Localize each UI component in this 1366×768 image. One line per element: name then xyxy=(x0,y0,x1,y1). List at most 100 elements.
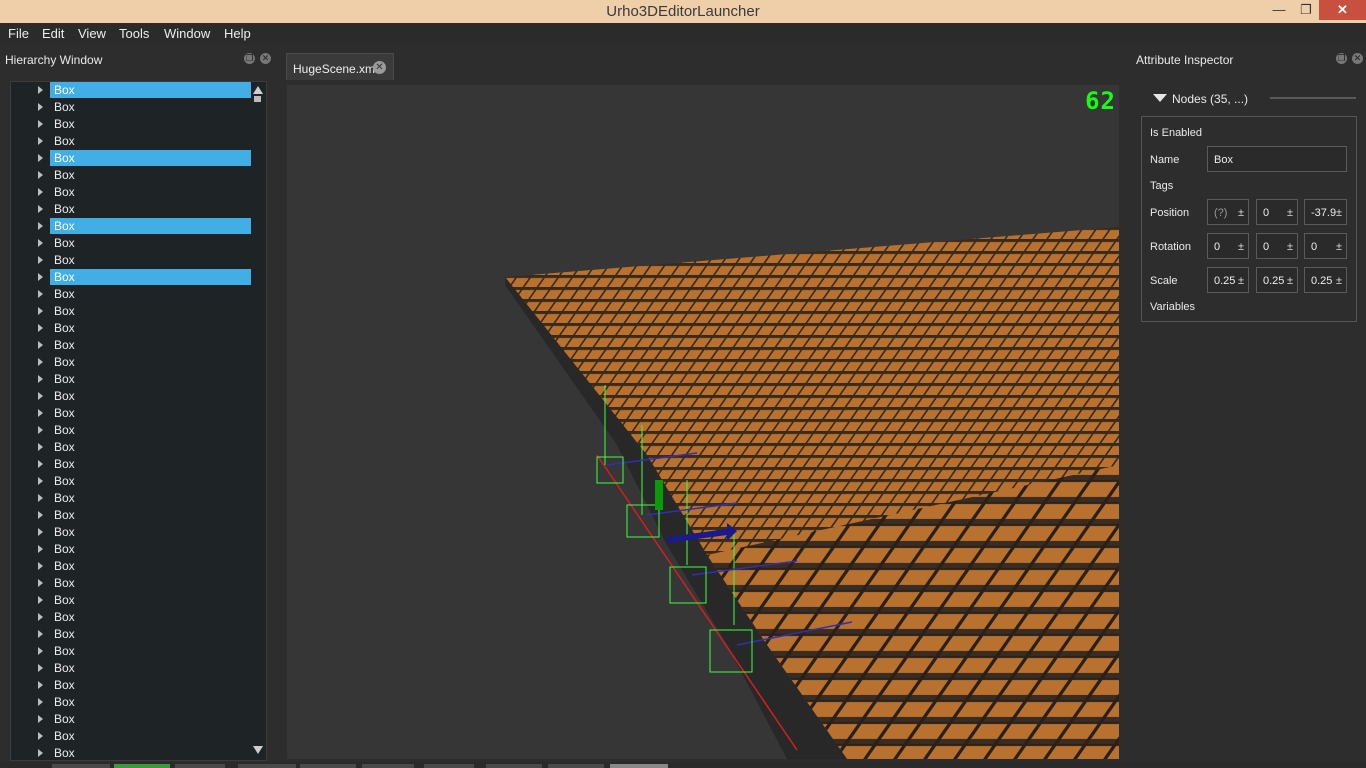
position-y-field[interactable]: 0 ± xyxy=(1256,199,1298,225)
expand-arrow-icon[interactable] xyxy=(38,664,43,672)
hierarchy-item[interactable]: Box xyxy=(11,711,251,728)
expand-arrow-icon[interactable] xyxy=(38,392,43,400)
toolbar-button[interactable] xyxy=(114,764,170,768)
hierarchy-item[interactable]: Box xyxy=(11,201,251,218)
hierarchy-item[interactable]: Box xyxy=(11,337,251,354)
hierarchy-item[interactable]: Box xyxy=(11,354,251,371)
hierarchy-item[interactable]: Box xyxy=(11,439,251,456)
hierarchy-item[interactable]: Box xyxy=(11,524,251,541)
expand-arrow-icon[interactable] xyxy=(38,647,43,655)
expand-arrow-icon[interactable] xyxy=(38,137,43,145)
toolbar-button[interactable] xyxy=(486,764,542,768)
expand-arrow-icon[interactable] xyxy=(38,477,43,485)
hierarchy-item[interactable]: Box xyxy=(11,507,251,524)
expand-arrow-icon[interactable] xyxy=(38,86,43,94)
hierarchy-item[interactable]: Box xyxy=(11,626,251,643)
hierarchy-item[interactable]: Box xyxy=(11,541,251,558)
toolbar-button[interactable] xyxy=(238,764,296,768)
hierarchy-item[interactable]: Box xyxy=(11,388,251,405)
menu-view[interactable]: View xyxy=(78,26,106,41)
toolbar-button[interactable] xyxy=(362,764,414,768)
hierarchy-item[interactable]: Box xyxy=(11,745,251,760)
hierarchy-item[interactable]: Box xyxy=(11,405,251,422)
expand-arrow-icon[interactable] xyxy=(38,528,43,536)
hierarchy-item[interactable]: Box xyxy=(11,235,251,252)
hierarchy-item[interactable]: Box xyxy=(11,660,251,677)
hierarchy-item[interactable]: Box xyxy=(11,609,251,626)
expand-arrow-icon[interactable] xyxy=(38,375,43,383)
toolbar-button[interactable] xyxy=(52,764,110,768)
menu-edit[interactable]: Edit xyxy=(42,26,64,41)
hierarchy-item[interactable]: Box xyxy=(11,218,253,235)
expand-arrow-icon[interactable] xyxy=(38,715,43,723)
expand-arrow-icon[interactable] xyxy=(38,426,43,434)
expand-arrow-icon[interactable] xyxy=(38,273,43,281)
name-field[interactable]: Box xyxy=(1207,146,1347,172)
hierarchy-item[interactable]: Box xyxy=(11,286,251,303)
toolbar-button[interactable] xyxy=(424,764,474,768)
hierarchy-item[interactable]: Box xyxy=(11,575,251,592)
expand-arrow-icon[interactable] xyxy=(38,698,43,706)
hierarchy-item[interactable]: Box xyxy=(11,456,251,473)
expand-arrow-icon[interactable] xyxy=(38,290,43,298)
hierarchy-item[interactable]: Box xyxy=(11,269,253,286)
scroll-down-icon[interactable] xyxy=(253,746,263,754)
hierarchy-item[interactable]: Box xyxy=(11,184,251,201)
expand-arrow-icon[interactable] xyxy=(38,562,43,570)
expand-arrow-icon[interactable] xyxy=(38,341,43,349)
hierarchy-item[interactable]: Box xyxy=(11,694,251,711)
expand-arrow-icon[interactable] xyxy=(38,256,43,264)
hierarchy-item[interactable]: Box xyxy=(11,728,251,745)
gizmo-y-arrow[interactable] xyxy=(655,480,663,510)
expand-arrow-icon[interactable] xyxy=(38,749,43,757)
expand-arrow-icon[interactable] xyxy=(38,307,43,315)
inspector-float-icon[interactable]: ❐ xyxy=(1336,53,1347,64)
toolbar-button[interactable] xyxy=(548,764,604,768)
hierarchy-item[interactable]: Box xyxy=(11,677,251,694)
expand-arrow-icon[interactable] xyxy=(38,545,43,553)
expand-arrow-icon[interactable] xyxy=(38,188,43,196)
scale-x-field[interactable]: 0.25 ± xyxy=(1207,267,1249,293)
tab-close-icon[interactable]: ✕ xyxy=(373,61,386,74)
hierarchy-item[interactable]: Box xyxy=(11,252,251,269)
hierarchy-item[interactable]: Box xyxy=(11,82,253,99)
hierarchy-item[interactable]: Box xyxy=(11,558,251,575)
expand-arrow-icon[interactable] xyxy=(38,494,43,502)
hierarchy-float-icon[interactable]: ❐ xyxy=(244,53,255,64)
rotation-y-field[interactable]: 0 ± xyxy=(1256,233,1298,259)
rotation-z-field[interactable]: 0 ± xyxy=(1304,233,1347,259)
toolbar-button[interactable] xyxy=(610,764,668,768)
expand-arrow-icon[interactable] xyxy=(38,222,43,230)
hierarchy-scrollbar[interactable] xyxy=(251,82,265,760)
hierarchy-item[interactable]: Box xyxy=(11,643,251,660)
menu-window[interactable]: Window xyxy=(164,26,210,41)
tab-hugescene[interactable]: HugeScene.xml ✕ xyxy=(286,53,394,80)
expand-arrow-icon[interactable] xyxy=(38,579,43,587)
expand-arrow-icon[interactable] xyxy=(38,103,43,111)
hierarchy-item[interactable]: Box xyxy=(11,99,251,116)
hierarchy-close-icon[interactable]: ✕ xyxy=(260,53,271,64)
scale-y-field[interactable]: 0.25 ± xyxy=(1256,267,1298,293)
toolbar-button[interactable] xyxy=(300,764,356,768)
scroll-up-icon[interactable] xyxy=(253,86,263,94)
scene-viewport[interactable]: 62 xyxy=(287,85,1119,759)
expand-arrow-icon[interactable] xyxy=(38,732,43,740)
hierarchy-item[interactable]: Box xyxy=(11,167,251,184)
position-z-field[interactable]: -37.9 ± xyxy=(1304,199,1347,225)
expand-arrow-icon[interactable] xyxy=(38,171,43,179)
collapse-triangle-icon[interactable] xyxy=(1153,94,1167,102)
menu-file[interactable]: File xyxy=(8,26,29,41)
hierarchy-item[interactable]: Box xyxy=(11,422,251,439)
scroll-thumb[interactable] xyxy=(254,96,261,102)
close-button[interactable]: ✕ xyxy=(1319,0,1366,20)
expand-arrow-icon[interactable] xyxy=(38,681,43,689)
expand-arrow-icon[interactable] xyxy=(38,460,43,468)
hierarchy-item[interactable]: Box xyxy=(11,320,251,337)
hierarchy-item[interactable]: Box xyxy=(11,592,251,609)
expand-arrow-icon[interactable] xyxy=(38,358,43,366)
inspector-close-icon[interactable]: ✕ xyxy=(1352,53,1363,64)
expand-arrow-icon[interactable] xyxy=(38,239,43,247)
expand-arrow-icon[interactable] xyxy=(38,409,43,417)
hierarchy-item[interactable]: Box xyxy=(11,303,251,320)
expand-arrow-icon[interactable] xyxy=(38,511,43,519)
